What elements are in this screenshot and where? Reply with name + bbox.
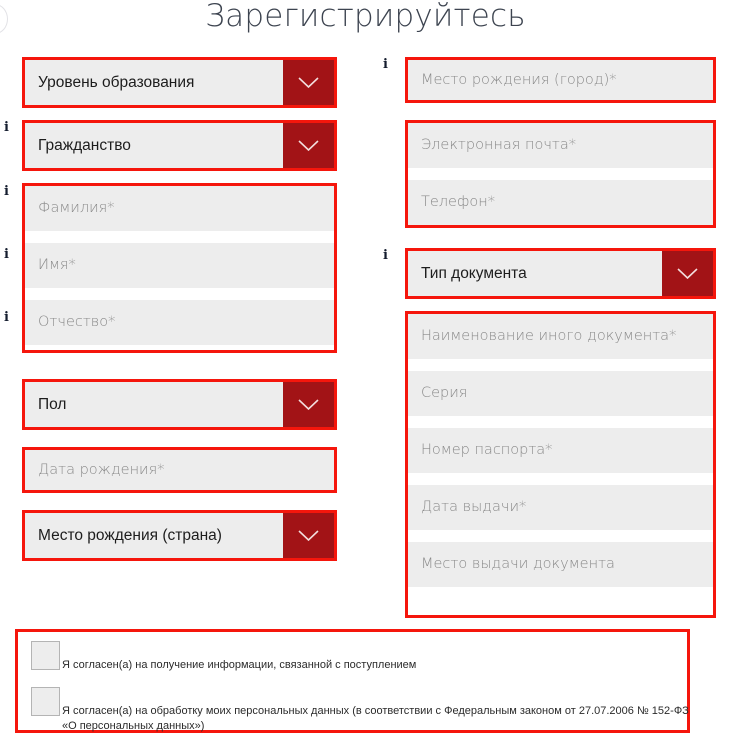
select-document-type[interactable]: Тип документа: [408, 251, 713, 296]
input-issue-place[interactable]: Место выдачи документа: [408, 542, 713, 587]
input-surname-placeholder: Фамилия*: [38, 200, 115, 217]
info-icon-patronymic[interactable]: i: [4, 311, 9, 324]
select-birth-country-label: Место рождения (страна): [38, 526, 222, 544]
select-citizenship-label: Гражданство: [38, 136, 131, 154]
input-phone-placeholder: Телефон*: [421, 194, 495, 211]
select-birth-country[interactable]: Место рождения (страна): [25, 513, 334, 558]
select-document-type-toggle[interactable]: [662, 251, 713, 296]
input-document-name-placeholder: Наименование иного документа*: [421, 328, 677, 345]
field-group-contacts: Электронная почта* Телефон*: [405, 120, 716, 228]
select-gender-toggle[interactable]: [283, 382, 334, 427]
field-group-birth-date: Дата рождения*: [22, 447, 337, 493]
field-group-document-type: Тип документа: [405, 248, 716, 299]
info-icon-surname[interactable]: i: [4, 185, 9, 198]
input-birth-date[interactable]: Дата рождения*: [25, 450, 334, 490]
field-group-birth-country: Место рождения (страна): [22, 510, 337, 561]
input-firstname-placeholder: Имя*: [38, 257, 76, 274]
input-passport-number-placeholder: Номер паспорта*: [421, 442, 553, 459]
chevron-down-icon: [298, 140, 319, 151]
info-icon-firstname[interactable]: i: [4, 248, 9, 261]
checkbox-personal-data-consent[interactable]: [31, 687, 60, 716]
input-issue-date-placeholder: Дата выдачи*: [421, 499, 527, 516]
select-birth-country-toggle[interactable]: [283, 513, 334, 558]
input-birth-city[interactable]: Место рождения (город)*: [408, 60, 713, 100]
input-passport-number[interactable]: Номер паспорта*: [408, 428, 713, 473]
field-group-birth-city: Место рождения (город)*: [405, 57, 716, 103]
input-firstname[interactable]: Имя*: [25, 243, 334, 288]
select-document-type-label: Тип документа: [421, 264, 527, 282]
select-citizenship-toggle[interactable]: [283, 123, 334, 168]
input-phone[interactable]: Телефон*: [408, 180, 713, 225]
input-birth-date-placeholder: Дата рождения*: [38, 461, 165, 478]
input-email[interactable]: Электронная почта*: [408, 123, 713, 168]
chevron-down-icon: [298, 77, 319, 88]
consent-row-information[interactable]: Я согласен(а) на получение информации, с…: [31, 641, 416, 673]
input-issue-date[interactable]: Дата выдачи*: [408, 485, 713, 530]
consent-information-label: Я согласен(а) на получение информации, с…: [62, 659, 417, 671]
field-group-full-name: Фамилия* Имя* Отчество*: [22, 183, 337, 353]
chevron-down-icon: [298, 399, 319, 410]
input-patronymic[interactable]: Отчество*: [25, 300, 334, 345]
input-document-name[interactable]: Наименование иного документа*: [408, 314, 713, 359]
consent-personal-data-label: Я согласен(а) на обработку моих персонал…: [62, 705, 689, 732]
field-group-gender: Пол: [22, 379, 337, 430]
field-group-citizenship: Гражданство: [22, 120, 337, 171]
field-group-education-level: Уровень образования: [22, 57, 337, 108]
input-patronymic-placeholder: Отчество*: [38, 314, 116, 331]
consent-row-personal-data[interactable]: Я согласен(а) на обработку моих персонал…: [31, 687, 702, 734]
select-gender-label: Пол: [38, 395, 67, 413]
consent-panel: Я согласен(а) на получение информации, с…: [15, 629, 690, 733]
select-citizenship[interactable]: Гражданство: [25, 123, 334, 168]
input-document-series-placeholder: Серия: [421, 385, 468, 402]
select-education-level[interactable]: Уровень образования: [25, 60, 334, 105]
field-group-document-details: Наименование иного документа* Серия Номе…: [405, 311, 716, 618]
chevron-down-icon: [677, 268, 698, 279]
info-icon-birth-city[interactable]: i: [383, 58, 388, 71]
input-surname[interactable]: Фамилия*: [25, 186, 334, 231]
input-issue-place-placeholder: Место выдачи документа: [421, 556, 615, 573]
select-education-level-label: Уровень образования: [38, 73, 195, 91]
info-icon-citizenship[interactable]: i: [4, 121, 9, 134]
info-icon-document-type[interactable]: i: [383, 249, 388, 262]
select-gender[interactable]: Пол: [25, 382, 334, 427]
input-birth-city-placeholder: Место рождения (город)*: [421, 71, 617, 88]
input-document-series[interactable]: Серия: [408, 371, 713, 416]
chevron-down-icon: [298, 530, 319, 541]
checkbox-information-consent[interactable]: [31, 641, 60, 670]
input-email-placeholder: Электронная почта*: [421, 137, 577, 154]
select-education-level-toggle[interactable]: [283, 60, 334, 105]
